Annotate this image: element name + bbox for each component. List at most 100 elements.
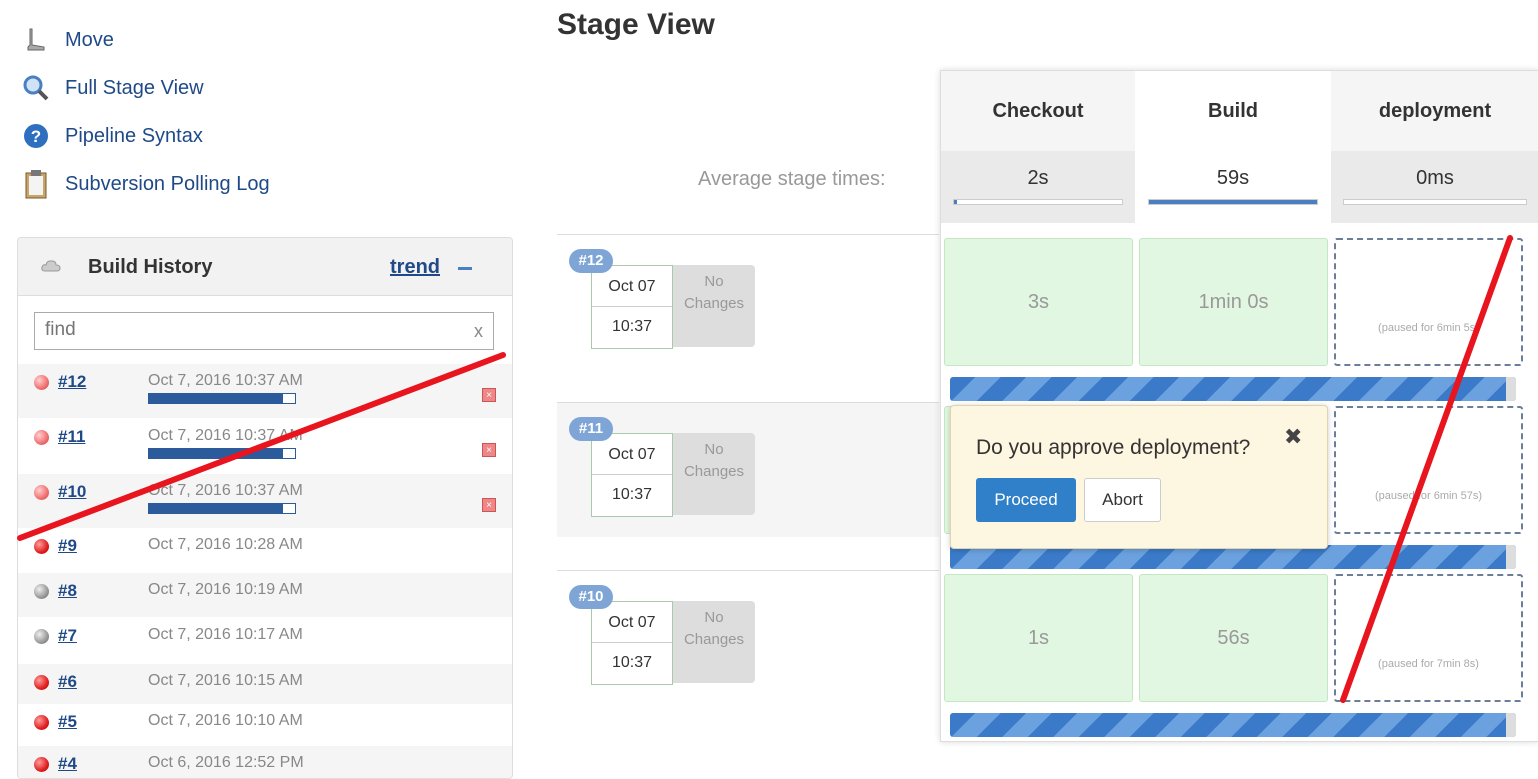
build-number-link[interactable]: #8 bbox=[58, 581, 77, 601]
build-number-link[interactable]: #6 bbox=[58, 672, 77, 692]
run-changes[interactable]: No Changes bbox=[673, 265, 755, 347]
abort-button[interactable]: Abort bbox=[1084, 478, 1161, 522]
stop-build-icon[interactable]: × bbox=[482, 498, 496, 512]
status-ball-icon bbox=[34, 715, 49, 730]
stage-avg-deployment: 0ms bbox=[1331, 151, 1538, 223]
build-number-link[interactable]: #5 bbox=[58, 712, 77, 732]
stage-avg-time: 0ms bbox=[1416, 167, 1454, 189]
build-number-link[interactable]: #12 bbox=[58, 372, 86, 392]
run-badge[interactable]: #10 bbox=[569, 585, 613, 609]
clipboard-icon bbox=[22, 170, 50, 199]
build-number-link[interactable]: #4 bbox=[58, 754, 77, 774]
stage-header-deployment: deployment bbox=[1331, 71, 1538, 151]
build-history-title: Build History bbox=[88, 256, 213, 278]
run-row-10[interactable]: #10 Oct 07 10:37 No Changes bbox=[557, 570, 939, 705]
build-row[interactable]: #4 Oct 6, 2016 12:52 PM bbox=[18, 746, 512, 778]
stage-cell-build[interactable]: 1min 0s bbox=[1139, 238, 1328, 366]
status-ball-icon bbox=[34, 430, 49, 445]
build-date: Oct 7, 2016 10:28 AM bbox=[148, 536, 303, 553]
build-history-panel: Build History trend x #12 Oct 7, 2016 10:… bbox=[17, 237, 513, 779]
run-row-11[interactable]: #11 Oct 07 10:37 No Changes bbox=[557, 402, 939, 537]
clear-search-button[interactable]: x bbox=[474, 321, 483, 342]
build-date: Oct 7, 2016 10:17 AM bbox=[148, 626, 303, 643]
close-icon[interactable]: ✖ bbox=[1284, 424, 1302, 450]
run-changes[interactable]: No Changes bbox=[673, 433, 755, 515]
magnifier-icon bbox=[22, 74, 50, 102]
run-row-12[interactable]: #12 Oct 07 10:37 No Changes bbox=[557, 234, 939, 369]
status-ball-icon bbox=[34, 757, 49, 772]
sidebar-item-pipeline-syntax[interactable]: ? Pipeline Syntax bbox=[22, 122, 203, 150]
build-progress-bar[interactable] bbox=[148, 448, 296, 459]
stage-avg-checkout: 2s bbox=[941, 151, 1135, 223]
paused-text: (paused for 7min 8s) bbox=[1378, 658, 1479, 670]
build-date: Oct 7, 2016 10:15 AM bbox=[148, 672, 303, 689]
build-progress-fill bbox=[149, 504, 284, 513]
svg-text:?: ? bbox=[31, 127, 41, 146]
build-row[interactable]: #7 Oct 7, 2016 10:17 AM bbox=[18, 618, 512, 662]
stage-cell-deployment[interactable]: (paused for 6min 57s) bbox=[1334, 406, 1523, 534]
approval-question: Do you approve deployment? bbox=[976, 436, 1251, 459]
build-date: Oct 7, 2016 10:19 AM bbox=[148, 581, 303, 598]
progress-end bbox=[1506, 377, 1516, 401]
build-date: Oct 7, 2016 10:37 AM bbox=[148, 427, 303, 444]
move-icon bbox=[22, 26, 50, 54]
run-badge[interactable]: #12 bbox=[569, 249, 613, 273]
progress-end bbox=[1506, 713, 1516, 737]
stage-cell-checkout[interactable]: 1s bbox=[944, 574, 1133, 702]
sidebar-item-label: Move bbox=[65, 28, 114, 51]
stage-cell-build[interactable]: 56s bbox=[1139, 574, 1328, 702]
run-time: 10:37 bbox=[611, 318, 653, 335]
stage-avg-time: 2s bbox=[1027, 167, 1049, 189]
run-badge[interactable]: #11 bbox=[569, 417, 613, 441]
status-ball-icon bbox=[34, 675, 49, 690]
approval-popup: Do you approve deployment? ✖ Proceed Abo… bbox=[950, 405, 1328, 549]
stop-build-icon[interactable]: × bbox=[482, 388, 496, 402]
status-ball-icon bbox=[34, 629, 49, 644]
sidebar-item-label: Full Stage View bbox=[65, 76, 204, 99]
stage-cell-deployment[interactable]: (paused for 6min 5s) bbox=[1334, 238, 1523, 366]
run-progress-bar bbox=[950, 713, 1516, 737]
stage-view-title: Stage View bbox=[557, 8, 715, 41]
build-progress-bar[interactable] bbox=[148, 393, 296, 404]
stage-avg-bar bbox=[953, 199, 1123, 205]
proceed-button[interactable]: Proceed bbox=[976, 478, 1076, 522]
build-date: Oct 7, 2016 10:10 AM bbox=[148, 712, 303, 729]
trend-link[interactable]: trend bbox=[390, 256, 440, 279]
build-progress-bar[interactable] bbox=[148, 503, 296, 514]
build-date: Oct 6, 2016 12:52 PM bbox=[148, 754, 304, 771]
status-ball-icon bbox=[34, 375, 49, 390]
build-history-header: Build History trend bbox=[18, 238, 512, 296]
build-number-link[interactable]: #9 bbox=[58, 536, 77, 556]
build-row[interactable]: #6 Oct 7, 2016 10:15 AM bbox=[18, 664, 512, 704]
sidebar-item-full-stage-view[interactable]: Full Stage View bbox=[22, 74, 204, 102]
collapse-icon[interactable] bbox=[458, 267, 472, 270]
build-row[interactable]: #8 Oct 7, 2016 10:19 AM bbox=[18, 573, 512, 617]
run-changes[interactable]: No Changes bbox=[673, 601, 755, 683]
stop-build-icon[interactable]: × bbox=[482, 443, 496, 457]
build-row[interactable]: #12 Oct 7, 2016 10:37 AM × bbox=[18, 364, 512, 418]
stage-header-build: Build bbox=[1136, 71, 1330, 151]
stage-avg-bar-fill bbox=[1149, 200, 1317, 204]
build-number-link[interactable]: #10 bbox=[58, 482, 86, 502]
build-row[interactable]: #10 Oct 7, 2016 10:37 AM × bbox=[18, 474, 512, 528]
paused-text: (paused for 6min 57s) bbox=[1375, 490, 1482, 502]
sidebar-item-subversion-polling-log[interactable]: Subversion Polling Log bbox=[22, 170, 270, 199]
status-ball-icon bbox=[34, 485, 49, 500]
build-search: x bbox=[34, 312, 494, 350]
build-row[interactable]: #9 Oct 7, 2016 10:28 AM bbox=[18, 528, 512, 572]
stage-avg-build: 59s bbox=[1136, 151, 1330, 223]
stage-avg-bar-fill bbox=[954, 200, 958, 204]
run-time: 10:37 bbox=[611, 486, 653, 503]
stage-avg-bar bbox=[1148, 199, 1318, 205]
status-ball-icon bbox=[34, 584, 49, 599]
build-row[interactable]: #11 Oct 7, 2016 10:37 AM × bbox=[18, 419, 512, 473]
average-stage-times-label: Average stage times: bbox=[698, 168, 886, 190]
sidebar-item-move[interactable]: Move bbox=[22, 26, 114, 54]
build-row[interactable]: #5 Oct 7, 2016 10:10 AM bbox=[18, 704, 512, 744]
search-input[interactable] bbox=[35, 313, 475, 347]
build-date: Oct 7, 2016 10:37 AM bbox=[148, 482, 303, 499]
stage-cell-deployment[interactable]: (paused for 7min 8s) bbox=[1334, 574, 1523, 702]
build-number-link[interactable]: #7 bbox=[58, 626, 77, 646]
stage-cell-checkout[interactable]: 3s bbox=[944, 238, 1133, 366]
build-number-link[interactable]: #11 bbox=[58, 427, 85, 447]
